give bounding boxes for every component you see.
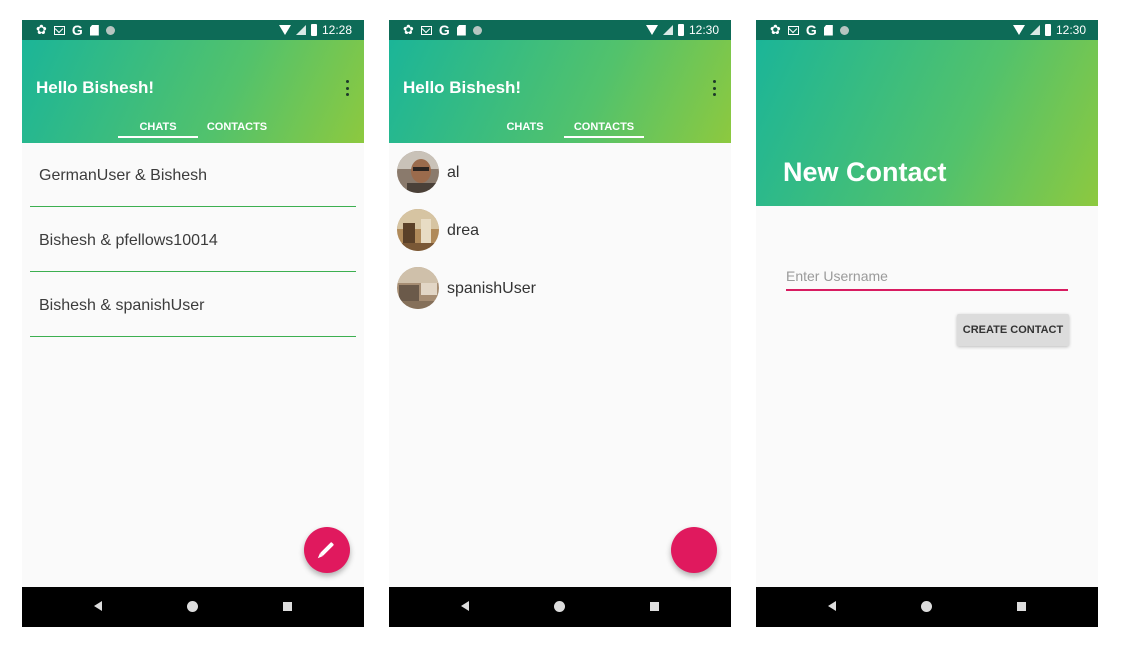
wifi-icon bbox=[1012, 25, 1025, 35]
chat-list-item[interactable]: Bishesh & spanishUser bbox=[22, 273, 364, 337]
system-icons: 12:28 bbox=[278, 22, 352, 38]
notification-icons: ✿ G bbox=[770, 22, 849, 38]
status-bar: ✿ G 12:28 bbox=[22, 20, 364, 40]
avatar bbox=[397, 151, 439, 193]
avatar bbox=[397, 267, 439, 309]
clock: 12:28 bbox=[321, 23, 352, 37]
settings-icon: ✿ bbox=[770, 22, 781, 37]
sd-card-icon bbox=[89, 24, 99, 36]
clock: 12:30 bbox=[688, 23, 719, 37]
contact-list-item[interactable]: spanishUser bbox=[389, 259, 731, 317]
chat-title: Bishesh & pfellows10014 bbox=[39, 232, 218, 249]
settings-icon: ✿ bbox=[403, 22, 414, 37]
contact-list-item[interactable]: al bbox=[389, 143, 731, 201]
app-bar: Hello Bishesh! CHATS CONTACTS bbox=[22, 40, 364, 143]
mail-icon bbox=[420, 25, 432, 35]
recents-icon[interactable] bbox=[283, 602, 292, 611]
divider bbox=[30, 336, 356, 337]
home-icon[interactable] bbox=[187, 601, 198, 612]
mail-icon bbox=[787, 25, 799, 35]
new-contact-header: New Contact bbox=[756, 40, 1098, 206]
google-icon: G bbox=[805, 22, 817, 38]
contacts-screen: ✿ G 12:30 Hello Bishesh! CHATS CONTACTS bbox=[389, 20, 731, 627]
greeting-title: Hello Bishesh! bbox=[403, 78, 522, 97]
notification-icons: ✿ G bbox=[403, 22, 482, 38]
battery-icon bbox=[1044, 24, 1051, 36]
chats-screen: ✿ G 12:28 Hello Bishesh! CHATS CONTACTS … bbox=[22, 20, 364, 627]
navigation-bar bbox=[22, 587, 364, 627]
wifi-icon bbox=[278, 25, 291, 35]
username-input[interactable] bbox=[786, 263, 1068, 291]
notification-icons: ✿ G bbox=[36, 22, 115, 38]
signal-icon bbox=[1029, 25, 1040, 35]
recents-icon[interactable] bbox=[1017, 602, 1026, 611]
page-title: New Contact bbox=[783, 157, 947, 187]
contact-name: drea bbox=[447, 222, 480, 239]
tab-indicator bbox=[564, 136, 644, 138]
battery-icon bbox=[310, 24, 317, 36]
mail-icon bbox=[53, 25, 65, 35]
tab-indicator bbox=[118, 136, 198, 138]
settings-icon: ✿ bbox=[36, 22, 47, 37]
divider bbox=[30, 206, 356, 207]
app-bar: Hello Bishesh! CHATS CONTACTS bbox=[389, 40, 731, 143]
status-bar: ✿ G 12:30 bbox=[756, 20, 1098, 40]
contact-list-item[interactable]: drea bbox=[389, 201, 731, 259]
sync-icon bbox=[839, 25, 849, 35]
chat-list-item[interactable]: GermanUser & Bishesh bbox=[22, 143, 364, 207]
chat-list-item[interactable]: Bishesh & pfellows10014 bbox=[22, 208, 364, 272]
navigation-bar bbox=[756, 587, 1098, 627]
avatar bbox=[397, 209, 439, 251]
system-icons: 12:30 bbox=[645, 22, 719, 38]
back-icon[interactable] bbox=[461, 601, 469, 611]
signal-icon bbox=[295, 25, 306, 35]
google-icon: G bbox=[71, 22, 83, 38]
divider bbox=[30, 271, 356, 272]
contact-name: spanishUser bbox=[447, 280, 536, 297]
status-bar: ✿ G 12:30 bbox=[389, 20, 731, 40]
new-contact-screen: ✿ G 12:30 New Contact CREATE CONTACT bbox=[756, 20, 1098, 627]
sd-card-icon bbox=[823, 24, 833, 36]
create-contact-button[interactable]: CREATE CONTACT bbox=[957, 314, 1069, 346]
new-chat-fab[interactable] bbox=[304, 527, 350, 573]
chat-title: GermanUser & Bishesh bbox=[39, 167, 208, 184]
back-icon[interactable] bbox=[94, 601, 102, 611]
overflow-menu-icon[interactable] bbox=[713, 80, 717, 96]
sd-card-icon bbox=[456, 24, 466, 36]
chat-title: Bishesh & spanishUser bbox=[39, 297, 205, 314]
pencil-icon bbox=[319, 541, 335, 557]
battery-icon bbox=[677, 24, 684, 36]
clock: 12:30 bbox=[1055, 23, 1086, 37]
overflow-menu-icon[interactable] bbox=[346, 80, 350, 96]
wifi-icon bbox=[645, 25, 658, 35]
system-icons: 12:30 bbox=[1012, 22, 1086, 38]
sync-icon bbox=[472, 25, 482, 35]
sync-icon bbox=[105, 25, 115, 35]
google-icon: G bbox=[438, 22, 450, 38]
greeting-title: Hello Bishesh! bbox=[36, 78, 155, 97]
signal-icon bbox=[662, 25, 673, 35]
back-icon[interactable] bbox=[828, 601, 836, 611]
home-icon[interactable] bbox=[554, 601, 565, 612]
add-contact-fab[interactable] bbox=[671, 527, 717, 573]
home-icon[interactable] bbox=[921, 601, 932, 612]
contact-name: al bbox=[447, 164, 460, 181]
navigation-bar bbox=[389, 587, 731, 627]
recents-icon[interactable] bbox=[650, 602, 659, 611]
